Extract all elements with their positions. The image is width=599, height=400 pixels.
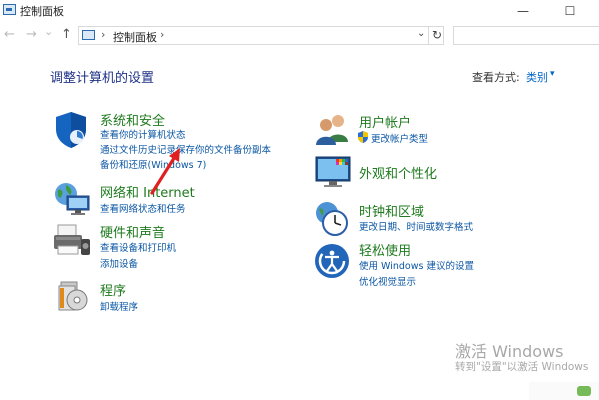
window-title: 控制面板 bbox=[20, 5, 64, 18]
network-globe-icon[interactable] bbox=[52, 180, 92, 216]
printer-icon[interactable] bbox=[52, 222, 92, 258]
category-programs[interactable]: 程序 bbox=[100, 280, 126, 299]
link-devices-printers[interactable]: 查看设备和打印机 bbox=[100, 240, 176, 254]
link-add-device[interactable]: 添加设备 bbox=[100, 256, 138, 270]
view-by-dropdown[interactable]: 类别 bbox=[526, 69, 548, 85]
maximize-button[interactable]: ☐ bbox=[555, 0, 585, 22]
link-windows-recommended-settings[interactable]: 使用 Windows 建议的设置 bbox=[359, 258, 474, 272]
recent-locations-button[interactable]: ⌄ bbox=[44, 25, 53, 38]
annotation-arrow bbox=[150, 148, 180, 195]
category-ease-of-access[interactable]: 轻松使用 bbox=[359, 240, 411, 259]
link-network-status[interactable]: 查看网络状态和任务 bbox=[100, 201, 186, 215]
breadcrumb-separator[interactable]: › bbox=[101, 28, 105, 41]
tray-logo-icon bbox=[577, 386, 591, 396]
back-button[interactable]: ← bbox=[4, 27, 15, 42]
up-button[interactable]: ↑ bbox=[61, 27, 72, 42]
breadcrumb-control-panel[interactable]: 控制面板 bbox=[113, 29, 157, 45]
refresh-button[interactable]: ↻ bbox=[428, 27, 445, 44]
control-panel-icon bbox=[82, 30, 95, 40]
forward-button[interactable]: → bbox=[26, 27, 37, 42]
search-input[interactable] bbox=[453, 26, 599, 45]
uac-shield-icon bbox=[358, 131, 368, 143]
user-accounts-icon[interactable] bbox=[313, 112, 353, 146]
category-clock-region[interactable]: 时钟和区域 bbox=[359, 201, 424, 220]
link-change-date-time-format[interactable]: 更改日期、时间或数字格式 bbox=[359, 219, 473, 233]
programs-icon[interactable] bbox=[55, 278, 91, 314]
link-view-computer-status[interactable]: 查看你的计算机状态 bbox=[100, 127, 186, 141]
appearance-icon[interactable] bbox=[314, 155, 354, 191]
shield-icon[interactable] bbox=[53, 110, 89, 150]
page-title: 调整计算机的设置 bbox=[50, 71, 155, 86]
address-dropdown-button[interactable]: ⌄ bbox=[417, 28, 425, 39]
category-user-accounts[interactable]: 用户帐户 bbox=[359, 112, 411, 131]
category-hardware-sound[interactable]: 硬件和声音 bbox=[100, 222, 165, 241]
view-by-label: 查看方式: bbox=[472, 71, 520, 84]
activation-watermark-hint: 转到"设置"以激活 Windows bbox=[455, 361, 589, 373]
category-appearance-personalization[interactable]: 外观和个性化 bbox=[359, 163, 437, 182]
link-optimize-visual-display[interactable]: 优化视觉显示 bbox=[359, 274, 416, 288]
link-change-account-type[interactable]: 更改帐户类型 bbox=[371, 131, 428, 145]
control-panel-icon bbox=[3, 4, 16, 15]
chevron-down-icon[interactable]: ▾ bbox=[550, 69, 555, 79]
minimize-button[interactable]: — bbox=[508, 0, 538, 22]
clock-region-icon[interactable] bbox=[313, 200, 353, 238]
ease-of-access-icon[interactable] bbox=[313, 242, 351, 280]
breadcrumb-separator[interactable]: › bbox=[160, 28, 164, 41]
link-uninstall-program[interactable]: 卸载程序 bbox=[100, 299, 138, 313]
